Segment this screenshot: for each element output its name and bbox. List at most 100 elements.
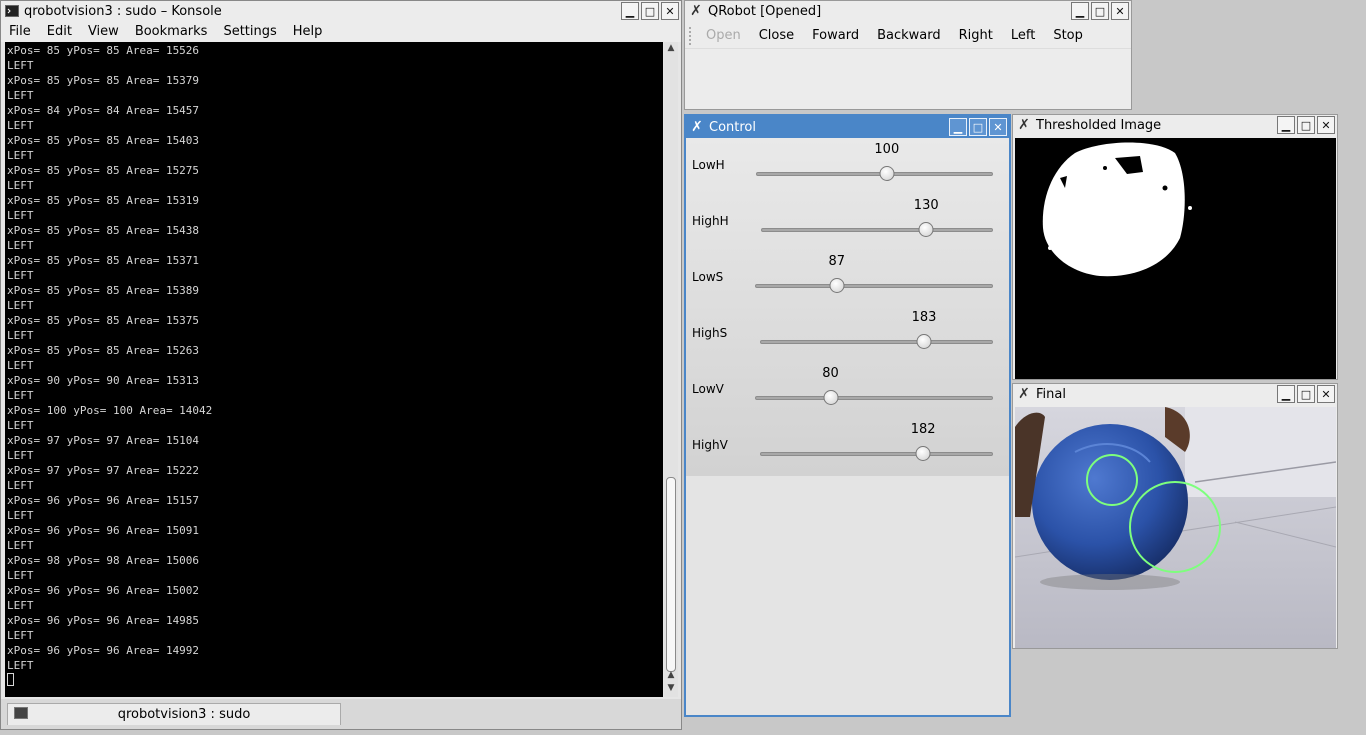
slider-track[interactable] <box>760 452 993 456</box>
final-titlebar[interactable]: ✗ Final ▁ □ ✕ <box>1013 384 1337 404</box>
menu-bookmarks[interactable]: Bookmarks <box>127 24 216 39</box>
slider-handle[interactable] <box>823 390 839 405</box>
terminal-line-position: xPos= 98 yPos= 98 Area= 15006 <box>7 554 200 567</box>
trackbar-value: 100 <box>874 142 900 157</box>
menu-view[interactable]: View <box>80 24 127 39</box>
session-tab-label: qrobotvision3 : sudo <box>117 707 251 722</box>
terminal-icon <box>4 3 20 19</box>
terminal-line-direction: LEFT <box>7 359 34 372</box>
terminal-line-direction: LEFT <box>7 179 34 192</box>
trackbar-value: 130 <box>913 198 939 213</box>
x-app-icon: ✗ <box>691 119 703 135</box>
open-button[interactable]: Open <box>697 28 750 43</box>
terminal-line-position: xPos= 97 yPos= 97 Area= 15222 <box>7 464 200 477</box>
x-app-icon: ✗ <box>1018 117 1030 133</box>
toolbar-grip[interactable] <box>689 26 697 45</box>
forward-button[interactable]: Foward <box>803 28 868 43</box>
terminal-line-direction: LEFT <box>7 209 34 222</box>
terminal-line-position: xPos= 96 yPos= 96 Area= 14985 <box>7 614 200 627</box>
trackbar-label: HighH <box>692 214 729 228</box>
scroll-up-icon[interactable]: ▲ <box>664 42 678 55</box>
thresholded-image <box>1015 138 1336 379</box>
slider-track[interactable] <box>760 340 993 344</box>
close-icon[interactable]: ✕ <box>661 2 679 20</box>
right-button[interactable]: Right <box>950 28 1002 43</box>
terminal-line-position: xPos= 85 yPos= 85 Area= 15526 <box>7 44 200 57</box>
slider-handle[interactable] <box>879 166 895 181</box>
final-window: ✗ Final ▁ □ ✕ <box>1012 383 1338 649</box>
terminal-cursor <box>7 673 663 688</box>
scrollbar-thumb[interactable] <box>666 477 676 672</box>
konsole-title: qrobotvision3 : sudo – Konsole <box>24 3 222 19</box>
scroll-up-small-icon[interactable]: ▲ <box>664 669 678 682</box>
slider-handle[interactable] <box>915 446 931 461</box>
terminal-scrollbar[interactable]: ▲ ▲ ▼ <box>664 42 678 697</box>
maximize-icon[interactable]: □ <box>1297 385 1315 403</box>
close-icon[interactable]: ✕ <box>989 118 1007 136</box>
terminal-line-position: xPos= 96 yPos= 96 Area= 14992 <box>7 644 200 657</box>
terminal-line-position: xPos= 84 yPos= 84 Area= 15457 <box>7 104 200 117</box>
terminal-line-position: xPos= 96 yPos= 96 Area= 15002 <box>7 584 200 597</box>
trackbar-panel: LowH 100 HighH 130 LowS 87 HighS 183 LowV 80 HighV… <box>686 138 1009 476</box>
close-button[interactable]: Close <box>750 28 803 43</box>
x-app-icon: ✗ <box>1018 386 1030 402</box>
terminal-line-direction: LEFT <box>7 119 34 132</box>
qrobot-toolbar: Open Close Foward Backward Right Left St… <box>685 23 1131 49</box>
slider-handle[interactable] <box>918 222 934 237</box>
left-button[interactable]: Left <box>1002 28 1044 43</box>
final-camera-image <box>1015 407 1336 648</box>
terminal-line-direction: LEFT <box>7 659 34 672</box>
stop-button[interactable]: Stop <box>1044 28 1092 43</box>
maximize-icon[interactable]: □ <box>969 118 987 136</box>
trackbar-lows: LowS 87 <box>686 250 1009 306</box>
menu-settings[interactable]: Settings <box>215 24 284 39</box>
terminal-line-position: xPos= 96 yPos= 96 Area= 15091 <box>7 524 200 537</box>
qrobot-window: ✗ QRobot [Opened] ▁ □ ✕ Open Close Fowar… <box>684 0 1132 110</box>
qrobot-titlebar[interactable]: ✗ QRobot [Opened] ▁ □ ✕ <box>685 1 1131 21</box>
trackbar-label: LowS <box>692 270 724 284</box>
slider-handle[interactable] <box>916 334 932 349</box>
minimize-icon[interactable]: ▁ <box>1071 2 1089 20</box>
trackbar-value: 182 <box>910 422 936 437</box>
menu-help[interactable]: Help <box>285 24 331 39</box>
close-icon[interactable]: ✕ <box>1317 385 1335 403</box>
terminal-line-position: xPos= 85 yPos= 85 Area= 15403 <box>7 134 200 147</box>
backward-button[interactable]: Backward <box>868 28 950 43</box>
minimize-icon[interactable]: ▁ <box>949 118 967 136</box>
konsole-titlebar[interactable]: qrobotvision3 : sudo – Konsole ▁ □ ✕ <box>1 1 681 21</box>
menu-edit[interactable]: Edit <box>39 24 80 39</box>
slider-track[interactable] <box>755 284 993 288</box>
terminal-line-position: xPos= 85 yPos= 85 Area= 15389 <box>7 284 200 297</box>
terminal-line-direction: LEFT <box>7 299 34 312</box>
terminal-line-position: xPos= 85 yPos= 85 Area= 15275 <box>7 164 200 177</box>
slider-track[interactable] <box>761 228 993 232</box>
slider-track[interactable] <box>755 396 993 400</box>
control-titlebar[interactable]: ✗ Control ▁ □ ✕ <box>686 116 1009 138</box>
menu-file[interactable]: File <box>1 24 39 39</box>
close-icon[interactable]: ✕ <box>1111 2 1129 20</box>
terminal-output[interactable]: xPos= 85 yPos= 85 Area= 15526 LEFT xPos= 8… <box>5 42 663 697</box>
minimize-icon[interactable]: ▁ <box>1277 385 1295 403</box>
trackbar-highv: HighV 182 <box>686 418 1009 474</box>
terminal-line-position: xPos= 90 yPos= 90 Area= 15313 <box>7 374 200 387</box>
slider-handle[interactable] <box>829 278 845 293</box>
konsole-window: qrobotvision3 : sudo – Konsole ▁ □ ✕ Fil… <box>0 0 682 730</box>
session-tab[interactable]: qrobotvision3 : sudo <box>7 703 341 725</box>
terminal-line-direction: LEFT <box>7 539 34 552</box>
maximize-icon[interactable]: □ <box>641 2 659 20</box>
thresholded-titlebar[interactable]: ✗ Thresholded Image ▁ □ ✕ <box>1013 115 1337 135</box>
terminal-line-direction: LEFT <box>7 89 34 102</box>
qrobot-title: QRobot [Opened] <box>708 3 822 19</box>
scroll-down-icon[interactable]: ▼ <box>664 682 678 695</box>
control-title: Control <box>709 119 756 135</box>
minimize-icon[interactable]: ▁ <box>621 2 639 20</box>
close-icon[interactable]: ✕ <box>1317 116 1335 134</box>
minimize-icon[interactable]: ▁ <box>1277 116 1295 134</box>
maximize-icon[interactable]: □ <box>1297 116 1315 134</box>
trackbar-value: 183 <box>911 310 937 325</box>
slider-track[interactable] <box>756 172 993 176</box>
trackbar-highs: HighS 183 <box>686 306 1009 362</box>
thresholded-window: ✗ Thresholded Image ▁ □ ✕ <box>1012 114 1338 380</box>
maximize-icon[interactable]: □ <box>1091 2 1109 20</box>
terminal-line-position: xPos= 97 yPos= 97 Area= 15104 <box>7 434 200 447</box>
